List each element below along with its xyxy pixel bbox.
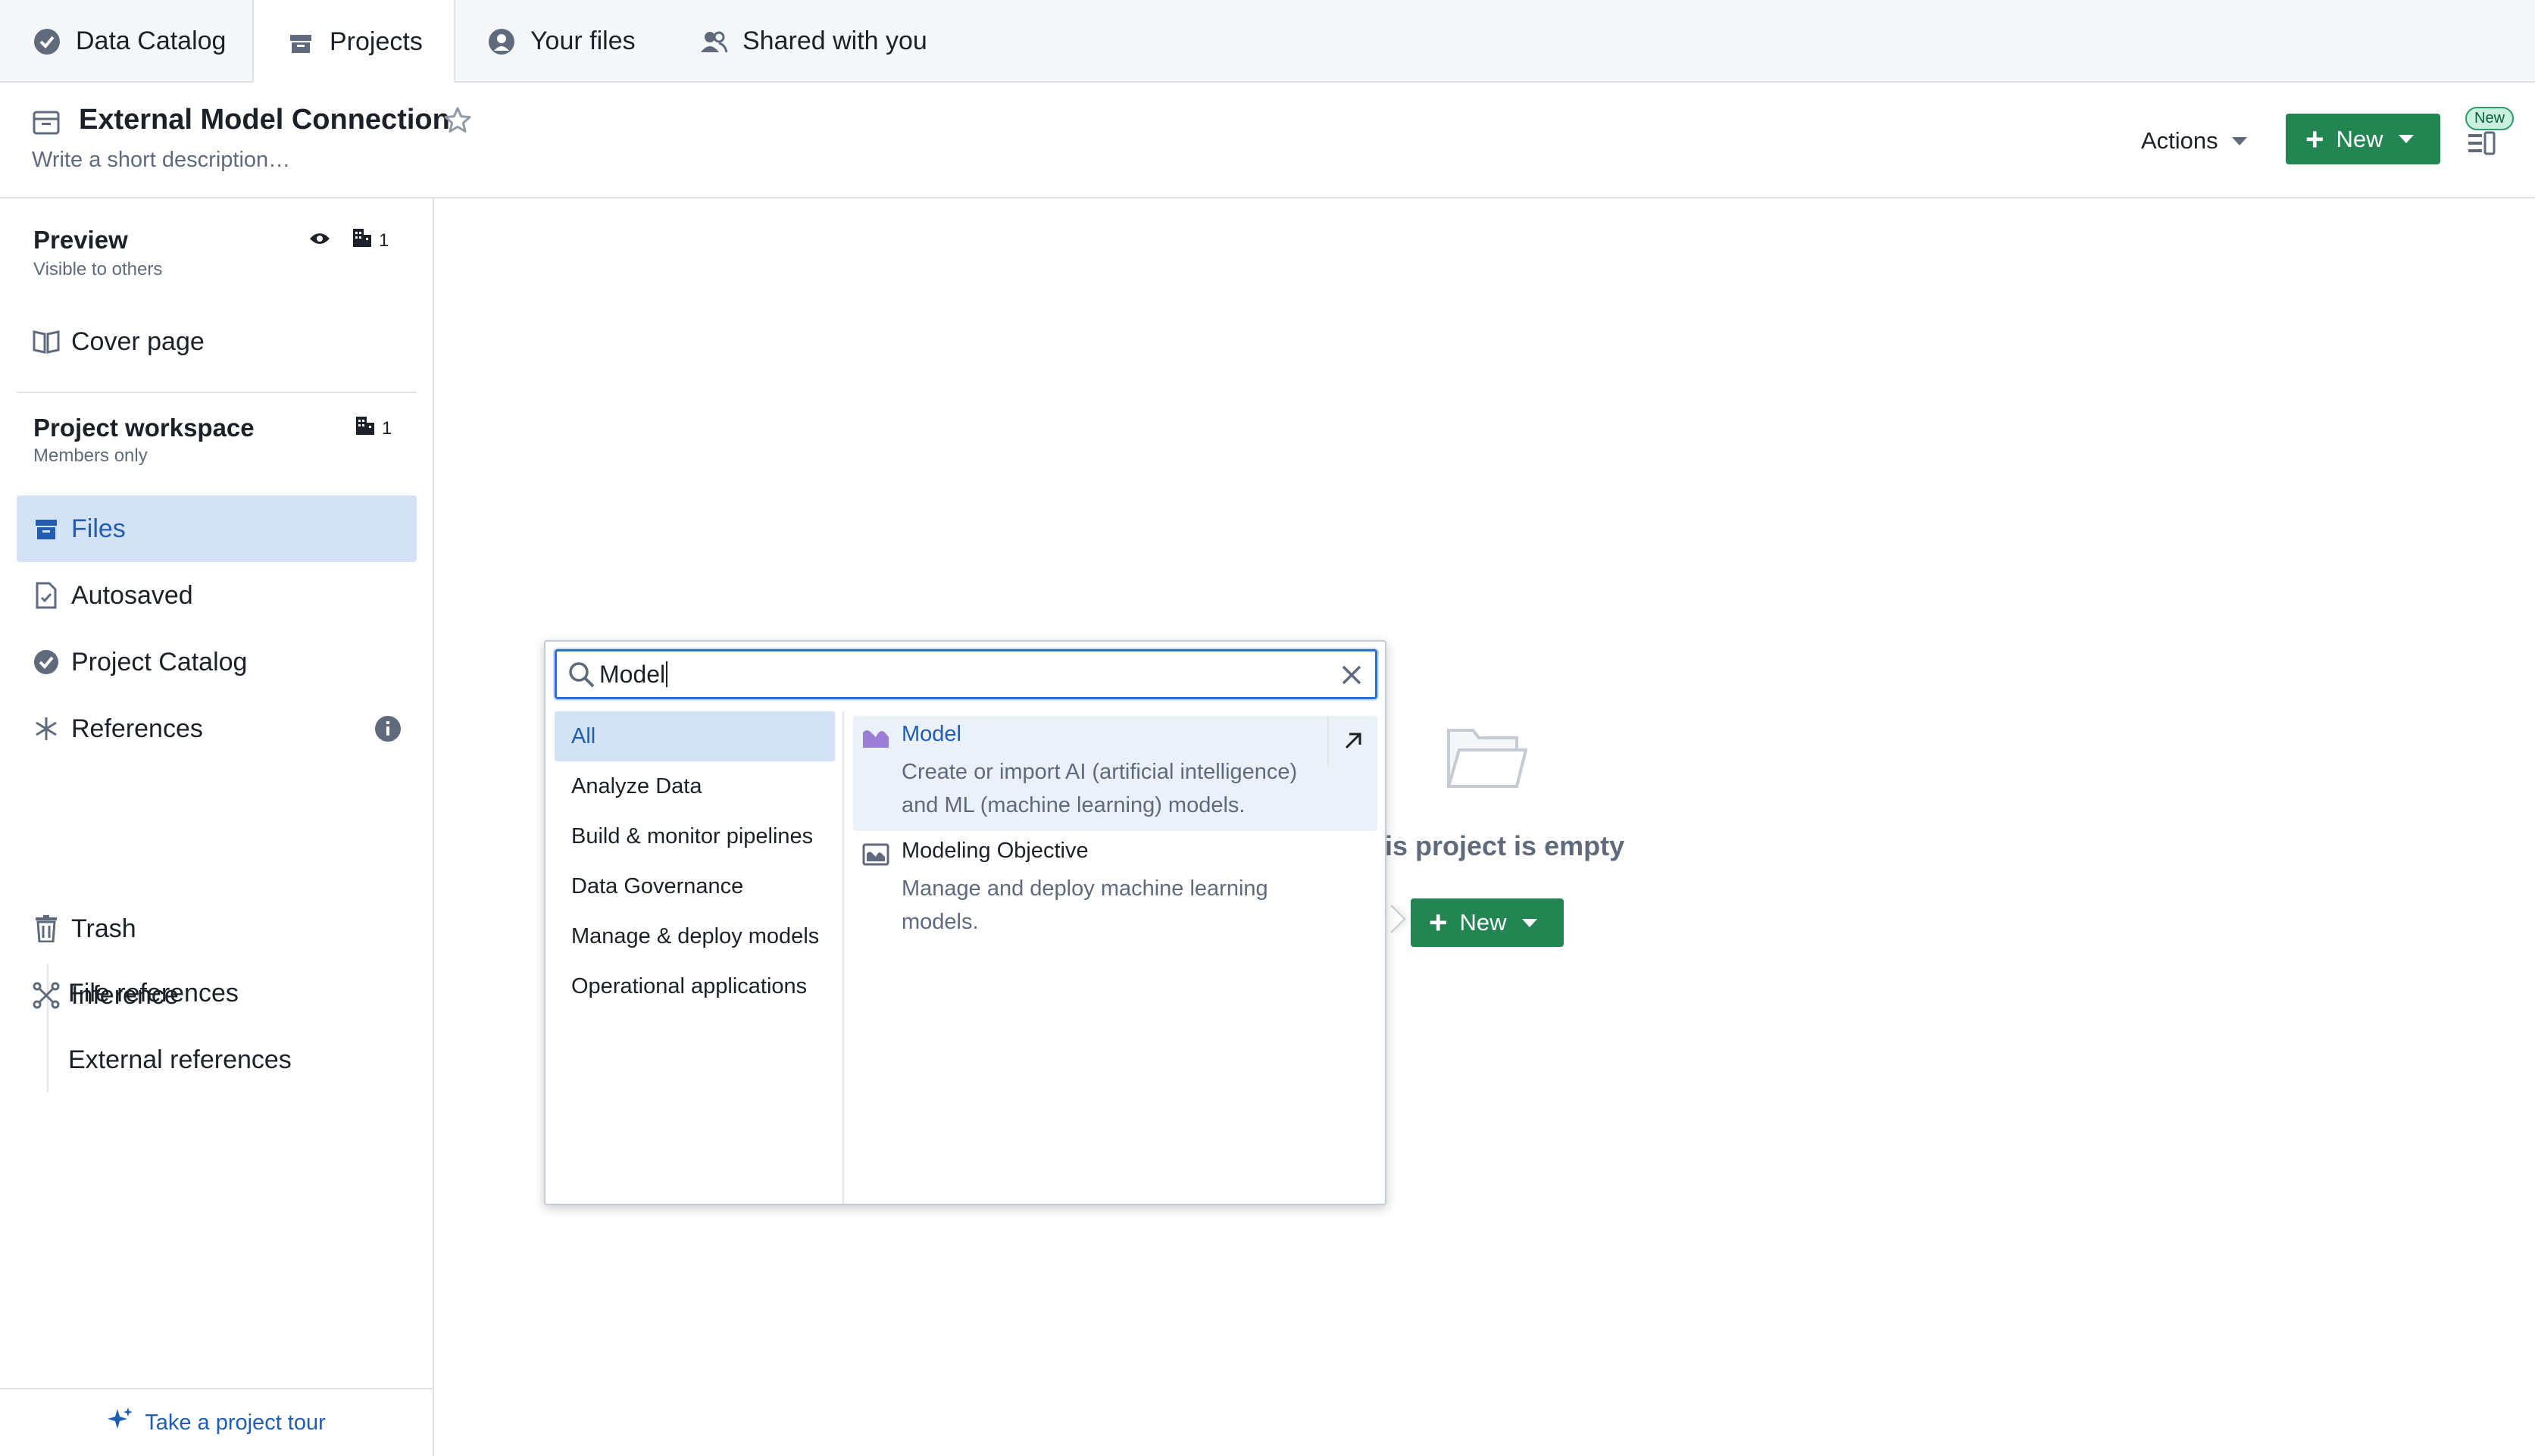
new-label: New	[2336, 125, 2383, 152]
sidebar-item-trash[interactable]: Trash	[17, 895, 417, 962]
document-check-icon	[32, 581, 61, 610]
actions-menu-button[interactable]: Actions	[2141, 122, 2247, 160]
sidebar-item-label: Trash	[71, 914, 136, 943]
sidebar-item-label: Inference	[71, 980, 179, 1010]
sidebar-item-label: Files	[71, 514, 126, 543]
catalog-check-icon	[32, 27, 62, 57]
plus-icon: +	[1429, 905, 1448, 940]
asterisk-icon	[32, 714, 61, 743]
preview-meta: 1	[309, 227, 389, 254]
plus-icon: +	[2305, 120, 2324, 157]
catalog-check-icon	[32, 648, 61, 676]
info-icon[interactable]	[374, 715, 402, 749]
result-description: Create or import AI (artificial intellig…	[902, 760, 1298, 817]
project-description[interactable]: Write a short description…	[32, 148, 290, 173]
tab-label: Projects	[330, 27, 423, 56]
result-description: Manage and deploy machine learning model…	[902, 876, 1268, 934]
tab-projects[interactable]: Projects	[252, 0, 455, 84]
sidebar-divider	[17, 392, 417, 393]
project-tour-label: Take a project tour	[145, 1410, 326, 1435]
result-item-modeling-objective[interactable]: Modeling Objective Manage and deploy mac…	[853, 833, 1377, 948]
shared-people-icon	[699, 27, 729, 57]
book-open-icon	[32, 327, 61, 356]
tab-shared-with-you[interactable]: Shared with you	[667, 0, 927, 83]
tab-your-files[interactable]: Your files	[455, 0, 636, 83]
resource-search-input[interactable]: Model	[555, 649, 1377, 699]
open-in-new-icon[interactable]	[1327, 716, 1377, 766]
result-title: Modeling Objective	[902, 839, 1089, 863]
graph-network-icon	[32, 981, 61, 1010]
sidebar-item-inference[interactable]: Inference	[17, 962, 417, 1029]
sidebar-item-label: References	[71, 714, 203, 743]
trash-icon	[32, 914, 61, 943]
category-item[interactable]: Operational applications	[555, 961, 835, 1011]
search-icon	[567, 661, 596, 689]
category-list: All Analyze Data Build & monitor pipelin…	[545, 711, 844, 1204]
category-item[interactable]: Data Governance	[555, 861, 835, 911]
sidebar-item-autosaved[interactable]: Autosaved	[17, 562, 417, 629]
search-value: Model	[599, 660, 666, 688]
tab-label: Shared with you	[742, 27, 927, 55]
organization-icon	[355, 415, 376, 442]
sidebar-item-files[interactable]: Files	[17, 495, 417, 562]
caret-down-icon	[2231, 136, 2247, 145]
sidebar-item-label: Autosaved	[71, 580, 193, 610]
new-label: New	[1459, 909, 1507, 936]
category-item[interactable]: Analyze Data	[555, 761, 835, 811]
page-title: External Model Connection	[79, 104, 450, 136]
new-resource-popover: Model All Analyze Data Build & monitor p…	[544, 640, 1386, 1205]
preview-section-title: Preview	[33, 226, 128, 254]
star-icon[interactable]	[442, 105, 473, 136]
sparkle-icon	[107, 1406, 134, 1439]
project-header: External Model Connection Write a short …	[0, 83, 2535, 198]
new-feature-badge: New	[2465, 107, 2515, 130]
workspace-count: 1	[382, 417, 392, 439]
result-title: Model	[902, 722, 961, 746]
project-sidebar: Preview Visible to others 1 Cover page P…	[0, 198, 434, 1456]
organization-icon	[352, 227, 373, 254]
sidebar-item-project-catalog[interactable]: Project Catalog	[17, 629, 417, 695]
caret-down-icon	[2398, 135, 2414, 143]
user-files-icon	[486, 27, 517, 57]
header-new-button[interactable]: + New	[2286, 114, 2440, 164]
sidebar-item-external-references[interactable]: External references	[68, 1045, 292, 1075]
side-panel-icon[interactable]	[2467, 128, 2497, 158]
workspace-meta: 1	[355, 415, 392, 442]
folder-open-icon	[1444, 723, 1528, 792]
workspace-section-title: Project workspace	[33, 414, 255, 442]
actions-label: Actions	[2141, 127, 2218, 154]
project-tour-link[interactable]: Take a project tour	[0, 1388, 433, 1456]
files-box-icon	[32, 514, 61, 543]
sidebar-item-label: Project Catalog	[71, 647, 248, 676]
category-item[interactable]: Build & monitor pipelines	[555, 811, 835, 861]
text-cursor	[666, 661, 668, 687]
modeling-objective-icon	[862, 843, 889, 866]
result-item-model[interactable]: Model Create or import AI (artificial in…	[853, 716, 1377, 831]
category-item[interactable]: All	[555, 711, 835, 761]
tab-label: Your files	[530, 27, 636, 55]
sidebar-item-cover-page[interactable]: Cover page	[17, 308, 417, 375]
close-icon[interactable]	[1339, 662, 1364, 688]
top-tab-bar: Data Catalog Projects Your files Shared …	[0, 0, 2535, 84]
eye-icon[interactable]	[309, 230, 330, 252]
model-icon	[862, 726, 889, 749]
sidebar-item-label: Cover page	[71, 327, 205, 356]
tab-label: Data Catalog	[76, 27, 227, 55]
tab-data-catalog[interactable]: Data Catalog	[0, 0, 226, 83]
projects-box-icon	[286, 27, 316, 58]
preview-count: 1	[379, 230, 389, 251]
empty-state-new-button[interactable]: + New	[1411, 898, 1564, 947]
workspace-section-subtitle: Members only	[33, 445, 148, 466]
project-icon	[32, 108, 61, 137]
preview-section-subtitle: Visible to others	[33, 259, 163, 280]
sidebar-item-references[interactable]: References	[17, 695, 417, 762]
caret-down-icon	[1521, 918, 1537, 927]
empty-state-text: is project is empty	[1385, 830, 1625, 861]
category-item[interactable]: Manage & deploy models	[555, 911, 835, 961]
